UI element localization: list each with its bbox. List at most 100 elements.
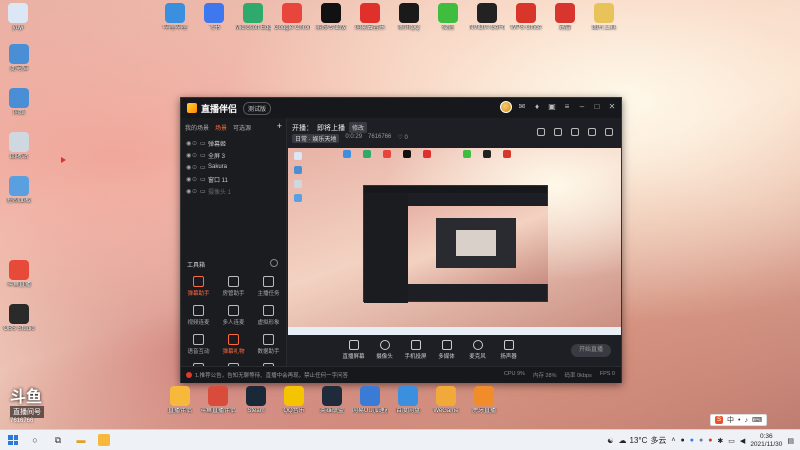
- gift-icon[interactable]: ▣: [547, 102, 557, 112]
- notification-icon[interactable]: [588, 128, 596, 136]
- lock-icon[interactable]: [554, 128, 562, 136]
- desktop-icon[interactable]: 图片工具: [586, 3, 622, 32]
- desktop-icon[interactable]: 哔哩哔哩: [157, 3, 193, 32]
- punctuation-icon[interactable]: •: [738, 417, 740, 424]
- source-item[interactable]: ◉ ⊙ ▭ 窗口 11: [181, 173, 286, 185]
- desktop-icon[interactable]: 网易UU加速器: [352, 386, 388, 415]
- toolbox-item[interactable]: 数据助手: [251, 334, 286, 355]
- desktop-icon[interactable]: NVIDIA GeForce: [469, 3, 505, 32]
- desktop-icon[interactable]: Google Chrome: [274, 3, 310, 32]
- desktop-icon[interactable]: Microsoft Edge: [235, 3, 271, 32]
- start-button[interactable]: [8, 435, 18, 445]
- desktop-icon[interactable]: 剪映专业版: [313, 3, 349, 32]
- lock-icon[interactable]: ⊙: [192, 140, 200, 147]
- chinese-input-icon[interactable]: ☯: [607, 437, 613, 445]
- ime-mode[interactable]: 中: [727, 415, 734, 425]
- message-icon[interactable]: ✉: [517, 102, 527, 112]
- add-source-icon[interactable]: +: [277, 122, 282, 132]
- shirt-icon[interactable]: ♦: [532, 102, 542, 112]
- network-icon[interactable]: ▭: [728, 437, 735, 445]
- desktop-icon[interactable]: 微信: [430, 3, 466, 32]
- tray-app-icon[interactable]: ●: [680, 437, 684, 444]
- microphone-button[interactable]: 麦克风: [464, 340, 491, 360]
- desktop-icon[interactable]: 英雄联盟: [314, 386, 350, 415]
- minimize-icon[interactable]: –: [577, 102, 587, 112]
- screenshot-icon[interactable]: [537, 128, 545, 136]
- toolbox-item[interactable]: 弹幕礼物: [216, 334, 251, 355]
- computer-icon: [9, 44, 29, 64]
- bluetooth-icon[interactable]: ✱: [717, 437, 723, 445]
- tab-scenes[interactable]: 场景: [215, 123, 227, 132]
- file-explorer-icon[interactable]: ▬: [75, 434, 87, 446]
- clock[interactable]: 0:36 2021/11/30: [750, 433, 782, 449]
- task-view-icon[interactable]: ⧉: [52, 434, 64, 446]
- desktop-icon[interactable]: yuyi: [0, 3, 36, 32]
- desktop-icon[interactable]: 回收站: [1, 132, 37, 161]
- toolbox-item[interactable]: 语音互动: [181, 334, 216, 355]
- desktop-icon[interactable]: QQ音乐: [276, 386, 312, 415]
- desktop-icon[interactable]: 控制面板: [1, 176, 37, 205]
- tab-my-scenes[interactable]: 我的场景: [185, 123, 209, 132]
- room-category[interactable]: 日常 · 娱乐天地: [292, 134, 340, 143]
- ime-toolbar[interactable]: S 中 • ♪ ⌨: [710, 414, 768, 426]
- desktop-icon[interactable]: 飞书: [196, 3, 232, 32]
- layout-icon[interactable]: [571, 128, 579, 136]
- maximize-icon[interactable]: □: [592, 102, 602, 112]
- user-avatar[interactable]: [500, 101, 512, 113]
- search-icon[interactable]: ○: [29, 434, 41, 446]
- start-live-button[interactable]: 开始直播: [571, 344, 611, 357]
- desktop-icon[interactable]: 斗鱼直播: [1, 260, 37, 289]
- toolbox-item[interactable]: 房管助手: [216, 276, 251, 297]
- lock-icon[interactable]: ⊙: [192, 152, 200, 159]
- toolbox-item[interactable]: 主播任务: [251, 276, 286, 297]
- source-item[interactable]: ◉ ⊙ ▭ 弹幕姬: [181, 137, 286, 149]
- desktop-icon[interactable]: WeGame: [428, 386, 464, 415]
- weather-widget[interactable]: ☁ 13°C 多云: [619, 435, 667, 446]
- tab-sources[interactable]: 可选源: [233, 123, 251, 132]
- edit-title-button[interactable]: 修改: [349, 122, 368, 133]
- lock-icon[interactable]: ⊙: [192, 164, 200, 171]
- live-studio-taskbar-icon[interactable]: [98, 434, 110, 446]
- volume-icon[interactable]: ◀: [740, 437, 745, 445]
- tray-app-icon[interactable]: ●: [708, 437, 712, 444]
- desktop-icon[interactable]: Steam: [238, 386, 274, 415]
- desktop-icon[interactable]: 迅雷: [547, 3, 583, 32]
- desktop-icon[interactable]: 网络: [1, 88, 37, 117]
- desktop-icon[interactable]: 斗鱼直播伴侣: [200, 386, 236, 415]
- stream-preview[interactable]: [288, 148, 621, 335]
- desktop-icon[interactable]: OBS Studio: [1, 304, 37, 333]
- toolbox-item[interactable]: 弹幕助手: [181, 276, 216, 297]
- sogou-ime-icon[interactable]: S: [715, 416, 723, 424]
- lock-icon[interactable]: ⊙: [192, 176, 200, 183]
- camera-button[interactable]: 摄像头: [371, 340, 398, 360]
- screen-capture-button[interactable]: 直播屏幕: [340, 340, 367, 360]
- desktop-icon[interactable]: 直播伴侣: [162, 386, 198, 415]
- media-button[interactable]: 多媒体: [433, 340, 460, 360]
- notifications-icon[interactable]: ▤: [787, 437, 794, 445]
- source-item[interactable]: ◉ ⊙ ▭ 摄像头 1: [181, 185, 286, 197]
- desktop-icon[interactable]: 腾讯QQ: [391, 3, 427, 32]
- toolbox-item[interactable]: 多人连麦: [216, 305, 251, 326]
- lock-icon[interactable]: ⊙: [192, 188, 200, 195]
- desktop-icon[interactable]: 虎牙直播: [466, 386, 502, 415]
- desktop-icon[interactable]: 此电脑: [1, 44, 37, 73]
- source-item[interactable]: ◉ ⊙ ▭ 全屏 3: [181, 149, 286, 161]
- tray-app-icon[interactable]: ●: [690, 437, 694, 444]
- close-icon[interactable]: ✕: [607, 102, 617, 112]
- desktop-icon[interactable]: WPS Office: [508, 3, 544, 32]
- phone-cast-button[interactable]: 手机投屏: [402, 340, 429, 360]
- speaker-button[interactable]: 扬声器: [495, 340, 522, 360]
- tray-app-icon[interactable]: ●: [699, 437, 703, 444]
- microphone-icon[interactable]: ♪: [744, 417, 748, 424]
- desktop-icon[interactable]: 百度网盘: [390, 386, 426, 415]
- keyboard-icon[interactable]: ⌨: [752, 416, 762, 424]
- toolbox-settings-icon[interactable]: [270, 259, 278, 267]
- share-icon[interactable]: [605, 128, 613, 136]
- desktop-icon[interactable]: 网易云音乐: [352, 3, 388, 32]
- toolbox-item[interactable]: 视频连麦: [181, 305, 216, 326]
- toolbox-item[interactable]: 虚拟形象: [251, 305, 286, 326]
- tray-chevron-icon[interactable]: ˄: [671, 437, 675, 444]
- version-badge[interactable]: 测试版: [243, 101, 272, 115]
- menu-icon[interactable]: ≡: [562, 102, 572, 112]
- source-item[interactable]: ◉ ⊙ ▭ Sakura: [181, 161, 286, 173]
